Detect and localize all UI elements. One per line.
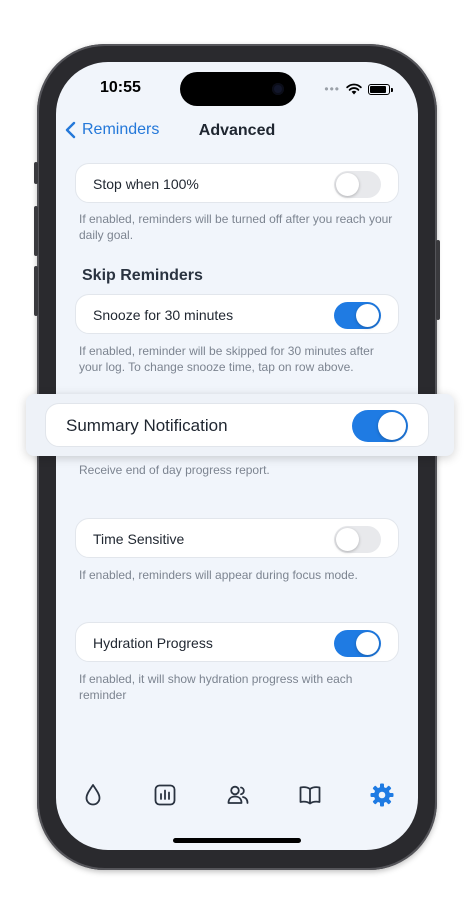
summary-notification-row[interactable]: Summary Notification bbox=[45, 403, 429, 447]
tab-settings[interactable] bbox=[369, 782, 395, 808]
snooze-hint: If enabled, reminder will be skipped for… bbox=[79, 344, 374, 374]
status-icons: ••• bbox=[324, 82, 393, 96]
status-time: 10:55 bbox=[100, 79, 141, 96]
book-icon bbox=[299, 786, 321, 805]
snooze-toggle[interactable] bbox=[334, 302, 381, 329]
app-screen: 10:55 ••• Reminders Advanced Stop when 1… bbox=[56, 62, 418, 850]
tab-journal[interactable] bbox=[297, 782, 323, 808]
side-button-volume-down bbox=[34, 266, 38, 316]
camera-icon bbox=[272, 83, 284, 95]
signal-dots-icon: ••• bbox=[324, 82, 340, 96]
stop-when-100-row[interactable]: Stop when 100% bbox=[75, 163, 399, 203]
water-drop-icon bbox=[85, 784, 101, 806]
people-icon bbox=[227, 785, 249, 804]
tab-statistics[interactable] bbox=[152, 782, 178, 808]
battery-icon bbox=[368, 83, 393, 95]
dynamic-island bbox=[180, 72, 296, 106]
side-button-power bbox=[436, 240, 440, 320]
time-sensitive-row[interactable]: Time Sensitive bbox=[75, 518, 399, 558]
hydration-progress-row[interactable]: Hydration Progress bbox=[75, 622, 399, 662]
summary-notification-highlight: Summary Notification bbox=[26, 394, 454, 456]
home-indicator bbox=[173, 838, 301, 843]
snooze-label: Snooze for 30 minutes bbox=[93, 307, 234, 323]
hydration-progress-hint: If enabled, it will show hydration progr… bbox=[79, 672, 353, 702]
stop-when-100-hint: If enabled, reminders will be turned off… bbox=[79, 212, 393, 242]
hydration-progress-toggle[interactable] bbox=[334, 630, 381, 657]
chart-icon bbox=[154, 784, 176, 806]
hydration-progress-label: Hydration Progress bbox=[93, 635, 213, 651]
summary-notification-toggle[interactable] bbox=[352, 410, 408, 442]
time-sensitive-toggle[interactable] bbox=[334, 526, 381, 553]
side-button-volume-up bbox=[34, 206, 38, 256]
tab-bar bbox=[56, 782, 418, 812]
side-button-action bbox=[34, 162, 38, 184]
snooze-row[interactable]: Snooze for 30 minutes bbox=[75, 294, 399, 334]
tab-water[interactable] bbox=[80, 782, 106, 808]
wifi-icon bbox=[346, 83, 362, 95]
page-title: Advanced bbox=[198, 122, 276, 139]
tab-friends[interactable] bbox=[225, 782, 251, 808]
time-sensitive-hint: If enabled, reminders will appear during… bbox=[79, 568, 358, 582]
gear-icon bbox=[370, 783, 394, 807]
summary-notification-hint: Receive end of day progress report. bbox=[79, 463, 270, 477]
summary-notification-label: Summary Notification bbox=[66, 416, 228, 435]
stop-when-100-label: Stop when 100% bbox=[93, 176, 199, 192]
time-sensitive-label: Time Sensitive bbox=[93, 531, 185, 547]
section-header-skip-reminders: Skip Reminders bbox=[82, 267, 203, 284]
stop-when-100-toggle[interactable] bbox=[334, 171, 381, 198]
